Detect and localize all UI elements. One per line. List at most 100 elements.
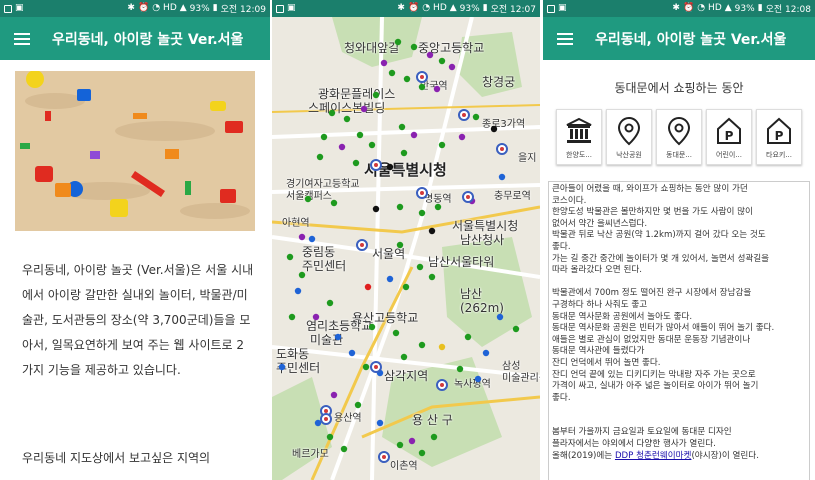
place-marker[interactable] (396, 241, 404, 249)
ddp-market-link[interactable]: DDP 청춘런웨이마켓 (615, 451, 692, 461)
subway-station-dot (500, 147, 504, 151)
place-marker[interactable] (482, 349, 490, 357)
place-marker[interactable] (320, 133, 328, 141)
clock-text: 오전 12:08 (765, 5, 811, 15)
place-marker[interactable] (376, 419, 384, 427)
place-label: 낙산공원 (616, 151, 642, 159)
place-marker[interactable] (394, 38, 402, 46)
map-view[interactable]: 청와대앞길 중앙고등학교 광화문플레이스 스페이스본빌딩 안국역 창경궁 종로3… (272, 17, 540, 480)
place-marker[interactable] (368, 141, 376, 149)
place-marker[interactable] (386, 275, 394, 283)
alarm-icon: ⏰ (407, 3, 420, 13)
notification-icon (547, 4, 555, 13)
menu-icon[interactable] (14, 32, 30, 45)
place-marker[interactable] (356, 131, 364, 139)
place-marker[interactable] (490, 125, 498, 133)
place-marker[interactable] (364, 283, 372, 291)
place-marker[interactable] (498, 173, 506, 181)
place-marker[interactable] (403, 75, 411, 83)
place-marker[interactable] (400, 353, 408, 361)
place-marker[interactable] (328, 109, 336, 117)
place-marker[interactable] (386, 163, 394, 171)
description-line: 좋다. (552, 392, 571, 403)
place-marker[interactable] (286, 253, 294, 261)
place-marker[interactable] (410, 131, 418, 139)
place-marker[interactable] (388, 69, 396, 77)
place-marker[interactable] (334, 333, 342, 341)
place-marker[interactable] (352, 159, 360, 167)
place-marker[interactable] (396, 441, 404, 449)
place-card[interactable]: P 어린이... (706, 109, 752, 165)
place-marker[interactable] (304, 195, 312, 203)
description-line: 코스이다. (552, 195, 587, 206)
place-marker[interactable] (340, 445, 348, 453)
place-marker[interactable] (392, 329, 400, 337)
place-marker[interactable] (338, 143, 346, 151)
place-marker[interactable] (426, 51, 434, 59)
place-marker[interactable] (372, 205, 380, 213)
place-marker[interactable] (372, 91, 380, 99)
place-marker[interactable] (430, 433, 438, 441)
place-marker[interactable] (448, 63, 456, 71)
place-marker[interactable] (398, 123, 406, 131)
place-marker[interactable] (314, 419, 322, 427)
place-card[interactable]: 낙산공원 (606, 109, 652, 165)
place-marker[interactable] (512, 325, 520, 333)
place-marker[interactable] (438, 343, 446, 351)
place-marker[interactable] (472, 113, 480, 121)
notification-icon (276, 4, 284, 13)
place-marker[interactable] (418, 341, 426, 349)
place-marker[interactable] (380, 59, 388, 67)
place-marker[interactable] (434, 203, 442, 211)
place-marker[interactable] (410, 43, 418, 51)
place-marker[interactable] (428, 273, 436, 281)
place-marker[interactable] (312, 313, 320, 321)
place-marker[interactable] (458, 133, 466, 141)
place-marker[interactable] (438, 141, 446, 149)
place-marker[interactable] (418, 209, 426, 217)
place-marker[interactable] (438, 57, 446, 65)
place-marker[interactable] (354, 401, 362, 409)
place-marker[interactable] (278, 363, 286, 371)
place-marker[interactable] (408, 437, 416, 445)
place-marker[interactable] (343, 115, 351, 123)
place-marker[interactable] (298, 271, 306, 279)
place-marker[interactable] (294, 287, 302, 295)
description-line: 좋다. (552, 241, 571, 252)
place-marker[interactable] (288, 313, 296, 321)
place-card[interactable]: 동대문... (656, 109, 702, 165)
place-marker[interactable] (433, 85, 441, 93)
place-marker[interactable] (402, 283, 410, 291)
place-marker[interactable] (464, 333, 472, 341)
description-line: 동대문 역사문화 공원에서 놀아도 좋다. (552, 311, 693, 322)
place-marker[interactable] (360, 105, 368, 113)
place-marker[interactable] (474, 375, 482, 383)
description-gap (552, 416, 806, 428)
hd-icon: HD (708, 3, 722, 13)
place-marker[interactable] (456, 365, 464, 373)
place-marker[interactable] (396, 203, 404, 211)
place-marker[interactable] (330, 199, 338, 207)
place-marker[interactable] (400, 149, 408, 157)
description-line: 없어서 약간 을씨년스럽다. (552, 218, 648, 229)
place-card[interactable]: P 타요키... (756, 109, 802, 165)
place-marker[interactable] (298, 233, 306, 241)
place-marker[interactable] (326, 433, 334, 441)
bluetooth-icon: ✱ (127, 3, 135, 13)
place-marker[interactable] (418, 83, 426, 91)
menu-icon[interactable] (557, 32, 573, 45)
place-marker[interactable] (330, 391, 338, 399)
place-marker[interactable] (496, 313, 504, 321)
place-card[interactable]: 한양도... (556, 109, 602, 165)
subway-station-dot (420, 191, 424, 195)
place-marker[interactable] (316, 153, 324, 161)
place-marker[interactable] (418, 449, 426, 457)
place-marker[interactable] (308, 235, 316, 243)
intro-screen: ▣ ✱ ⏰ ◔ HD ▲ 93% ▮ 오전 12:09 우리동네, 아이랑 놀곳… (0, 0, 270, 480)
place-marker[interactable] (428, 227, 436, 235)
place-marker[interactable] (362, 363, 370, 371)
place-marker[interactable] (416, 263, 424, 271)
place-marker[interactable] (368, 323, 376, 331)
place-marker[interactable] (348, 349, 356, 357)
place-marker[interactable] (326, 299, 334, 307)
